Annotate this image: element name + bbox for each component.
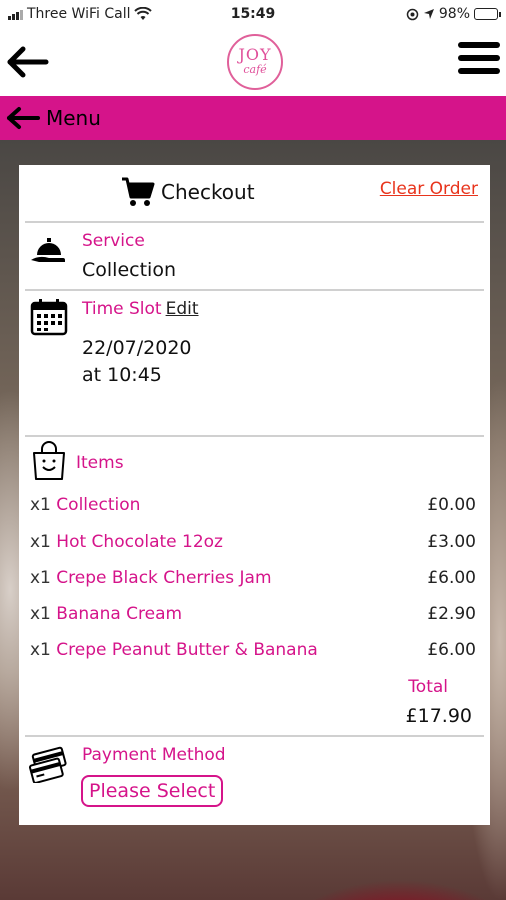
service-value: Collection [82,259,176,281]
logo-text-joy: JOY [238,45,272,64]
back-arrow-icon[interactable] [6,42,50,82]
item-qty: x1 [30,604,51,624]
divider [25,221,484,223]
credit-card-icon [29,746,67,783]
menu-back-label: Menu [46,106,101,130]
item-name: Hot Chocolate 12oz [56,532,223,552]
location-icon [423,9,434,19]
divider [25,435,484,437]
app-header: JOY café [0,30,506,96]
item-name: Crepe Peanut Butter & Banana [56,640,318,660]
order-item-row: x1 Collection £0.00 [30,495,476,519]
logo-text-cafe: café [243,63,267,76]
order-item-row: x1 Crepe Peanut Butter & Banana £6.00 [30,640,476,664]
time-slot-time: at 10:45 [82,364,162,386]
rotation-lock-icon [406,8,419,20]
item-price: £3.00 [427,532,476,552]
joy-cafe-logo[interactable]: JOY café [227,34,283,90]
item-price: £6.00 [427,640,476,660]
time-slot-date: 22/07/2020 [82,337,192,359]
status-bar: Three WiFi Call 15:49 98% [0,0,506,30]
item-name: Crepe Black Cherries Jam [56,568,272,588]
payment-select-button[interactable]: Please Select [81,775,224,807]
item-qty: x1 [30,640,51,660]
item-qty: x1 [30,532,51,552]
item-name: Collection [56,495,141,515]
battery-percent: 98% [438,6,470,22]
checkout-title: Checkout [161,180,255,204]
status-right: 98% [406,6,501,22]
order-item-row: x1 Banana Cream £2.90 [30,604,476,628]
cart-icon [122,177,155,206]
divider [25,735,484,737]
items-label: Items [76,453,124,473]
total-label: Total [408,677,448,697]
total-value: £17.90 [405,705,472,727]
time-slot-row: Time Slot Edit [82,299,199,319]
order-item-row: x1 Hot Chocolate 12oz £3.00 [30,532,476,556]
payment-method-label: Payment Method [82,745,226,765]
service-bell-icon [31,238,65,262]
menu-back-bar[interactable]: Menu [0,96,506,140]
checkout-card: Checkout Clear Order Service Collection … [19,165,490,825]
time-slot-label: Time Slot [82,299,162,319]
item-price: £0.00 [427,495,476,515]
checkout-heading: Checkout [121,177,255,207]
item-price: £2.90 [427,604,476,624]
item-qty: x1 [30,568,51,588]
hamburger-menu-icon[interactable] [458,42,500,82]
time-slot-edit-link[interactable]: Edit [166,299,199,319]
clear-order-link[interactable]: Clear Order [380,179,478,199]
item-price: £6.00 [427,568,476,588]
divider [25,289,484,291]
service-label: Service [82,231,145,251]
shopping-bag-icon [33,441,65,480]
calendar-icon [30,299,68,336]
order-item-row: x1 Crepe Black Cherries Jam £6.00 [30,568,476,592]
item-name: Banana Cream [56,604,183,624]
battery-icon [474,8,501,20]
item-qty: x1 [30,495,51,515]
menu-back-arrow-icon [7,107,40,129]
